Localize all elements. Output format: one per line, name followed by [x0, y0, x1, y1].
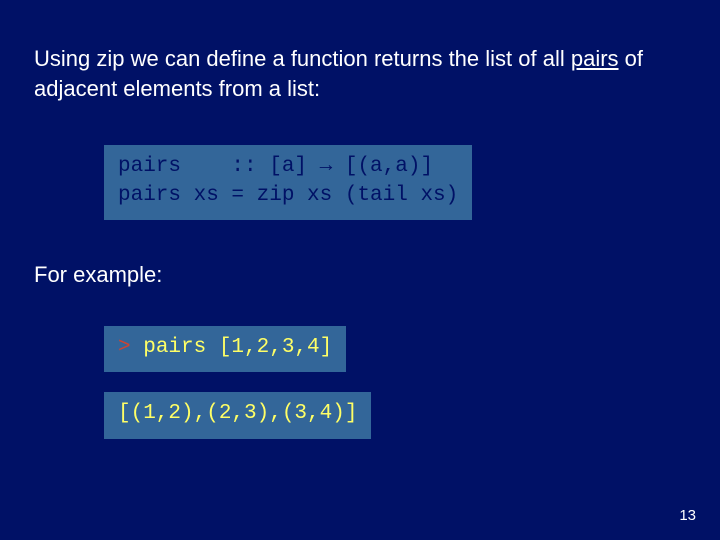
call-expression: pairs [1,2,3,4]: [131, 336, 333, 359]
code-block-definition-wrap: pairs :: [a] → [(a,a)] pairs xs = zip xs…: [104, 145, 686, 220]
intro-part1: Using zip we can define a function retur…: [34, 46, 571, 71]
page-number: 13: [679, 507, 696, 524]
code-block-definition: pairs :: [a] → [(a,a)] pairs xs = zip xs…: [104, 145, 472, 220]
code-block-result: [(1,2),(2,3),(3,4)]: [104, 392, 371, 438]
intro-text: Using zip we can define a function retur…: [34, 44, 686, 103]
spacer: [34, 288, 686, 326]
result-expression: [(1,2),(2,3),(3,4)]: [118, 402, 357, 425]
for-example-text: For example:: [34, 262, 686, 288]
spacer: [34, 103, 686, 145]
code-block-call-wrap: > pairs [1,2,3,4]: [104, 326, 686, 372]
slide: Using zip we can define a function retur…: [0, 0, 720, 540]
intro-pairs-underlined: pairs: [571, 46, 619, 71]
code-line-1: pairs :: [a] → [(a,a)]: [118, 155, 433, 178]
code-block-result-wrap: [(1,2),(2,3),(3,4)]: [104, 392, 686, 438]
code-block-call: > pairs [1,2,3,4]: [104, 326, 346, 372]
code-line-2: pairs xs = zip xs (tail xs): [118, 184, 458, 207]
spacer: [34, 220, 686, 262]
spacer: [34, 372, 686, 392]
prompt-symbol: >: [118, 336, 131, 359]
